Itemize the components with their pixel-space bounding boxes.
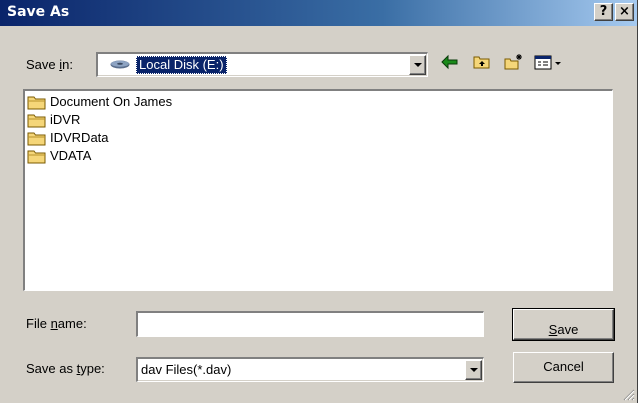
save-as-type-label: Save as type:: [26, 361, 105, 376]
file-name: IDVRData: [50, 130, 109, 145]
file-list-item[interactable]: Document On James: [27, 93, 172, 111]
file-name: iDVR: [50, 112, 81, 127]
window-title: Save As: [7, 4, 70, 20]
save-in-dropdown[interactable]: Local Disk (E:): [96, 52, 428, 77]
save-button[interactable]: Save: [512, 308, 615, 341]
file-list-item[interactable]: iDVR: [27, 111, 80, 129]
folder-icon: [27, 150, 46, 164]
file-name-field[interactable]: [136, 311, 484, 337]
folder-icon: [27, 114, 46, 128]
views-menu-button[interactable]: [532, 52, 564, 74]
help-button[interactable]: ?: [594, 3, 613, 21]
file-name: Document On James: [50, 94, 173, 109]
back-arrow-icon: [441, 54, 458, 70]
back-button[interactable]: [438, 52, 462, 74]
folder-icon: [27, 96, 46, 110]
folder-icon: [27, 132, 46, 146]
up-folder-icon: [473, 56, 490, 69]
up-folder-button[interactable]: [470, 52, 494, 74]
file-list[interactable]: Document On James iDVR IDVRData VDATA: [23, 89, 613, 291]
views-menu-icon: [534, 55, 561, 70]
file-name-input[interactable]: [138, 313, 483, 336]
cancel-button[interactable]: Cancel: [513, 352, 614, 383]
chevron-down-icon[interactable]: [409, 55, 426, 75]
title-bar[interactable]: Save As ? ×: [0, 0, 637, 26]
file-name-label: File name:: [26, 316, 87, 331]
file-list-item[interactable]: IDVRData: [27, 129, 109, 147]
chevron-down-icon[interactable]: [465, 360, 482, 380]
save-in-value: Local Disk (E:): [136, 56, 227, 74]
new-folder-button[interactable]: [502, 52, 526, 74]
save-as-dialog: Save As ? × Save in: Local Disk (E:) Doc…: [0, 0, 638, 403]
save-as-type-value: dav Files(*.dav): [141, 362, 232, 377]
new-folder-icon: [504, 54, 522, 70]
resize-grip-icon[interactable]: [623, 389, 635, 401]
save-as-type-dropdown[interactable]: dav Files(*.dav): [136, 357, 484, 382]
file-name: VDATA: [50, 148, 92, 163]
save-in-label: Save in:: [26, 57, 73, 72]
file-list-item[interactable]: VDATA: [27, 147, 91, 165]
close-button[interactable]: ×: [615, 3, 634, 21]
hard-disk-icon: [110, 60, 130, 69]
